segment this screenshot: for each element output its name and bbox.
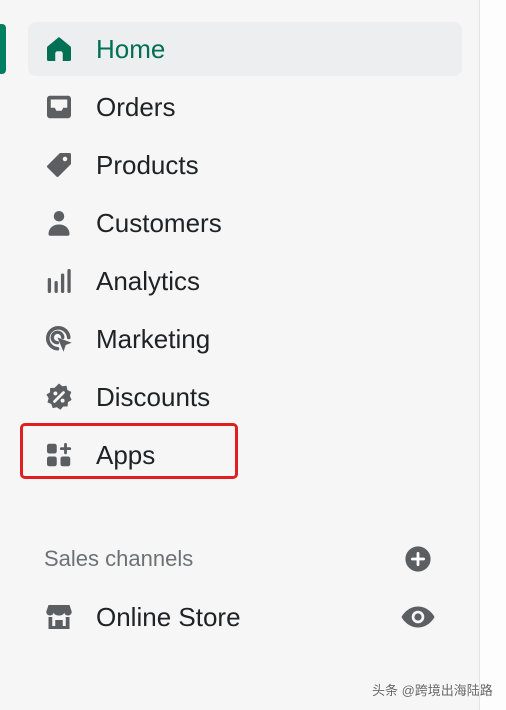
sidebar-item-label: Customers	[96, 208, 222, 238]
sales-channels-header: Sales channels	[44, 540, 436, 578]
sidebar-item-label: Analytics	[96, 266, 201, 296]
sidebar-item-label: Online Store	[96, 602, 241, 632]
discount-icon	[42, 380, 76, 414]
sidebar-item-online-store[interactable]: Online Store	[28, 590, 462, 644]
sidebar-item-label: Discounts	[96, 382, 211, 412]
eye-icon[interactable]	[400, 602, 436, 632]
watermark: 头条 @跨境出海陆路	[372, 683, 493, 698]
person-icon	[42, 206, 76, 240]
sidebar-item-label: Orders	[96, 92, 176, 122]
sidebar-item-discounts[interactable]: Discounts	[28, 370, 462, 424]
sidebar-item-label: Products	[96, 150, 199, 180]
tag-icon	[42, 148, 76, 182]
sidebar-item-orders[interactable]: Orders	[28, 80, 462, 134]
sidebar-item-analytics[interactable]: Analytics	[28, 254, 462, 308]
sidebar-item-marketing[interactable]: Marketing	[28, 312, 462, 366]
plus-circle-icon[interactable]	[404, 545, 432, 573]
target-icon	[42, 322, 76, 356]
orders-icon	[42, 90, 76, 124]
sidebar-item-customers[interactable]: Customers	[28, 196, 462, 250]
window-edge	[479, 0, 506, 710]
section-title: Sales channels	[44, 546, 194, 571]
sidebar-item-label: Marketing	[96, 324, 211, 354]
home-icon	[42, 32, 76, 66]
highlight-annotation	[20, 423, 238, 479]
sidebar-item-home[interactable]: Home	[28, 22, 462, 76]
active-indicator	[0, 24, 6, 74]
bar-chart-icon	[42, 264, 76, 298]
sidebar-item-label: Home	[96, 34, 166, 64]
sidebar-item-products[interactable]: Products	[28, 138, 462, 192]
store-icon	[42, 600, 76, 634]
